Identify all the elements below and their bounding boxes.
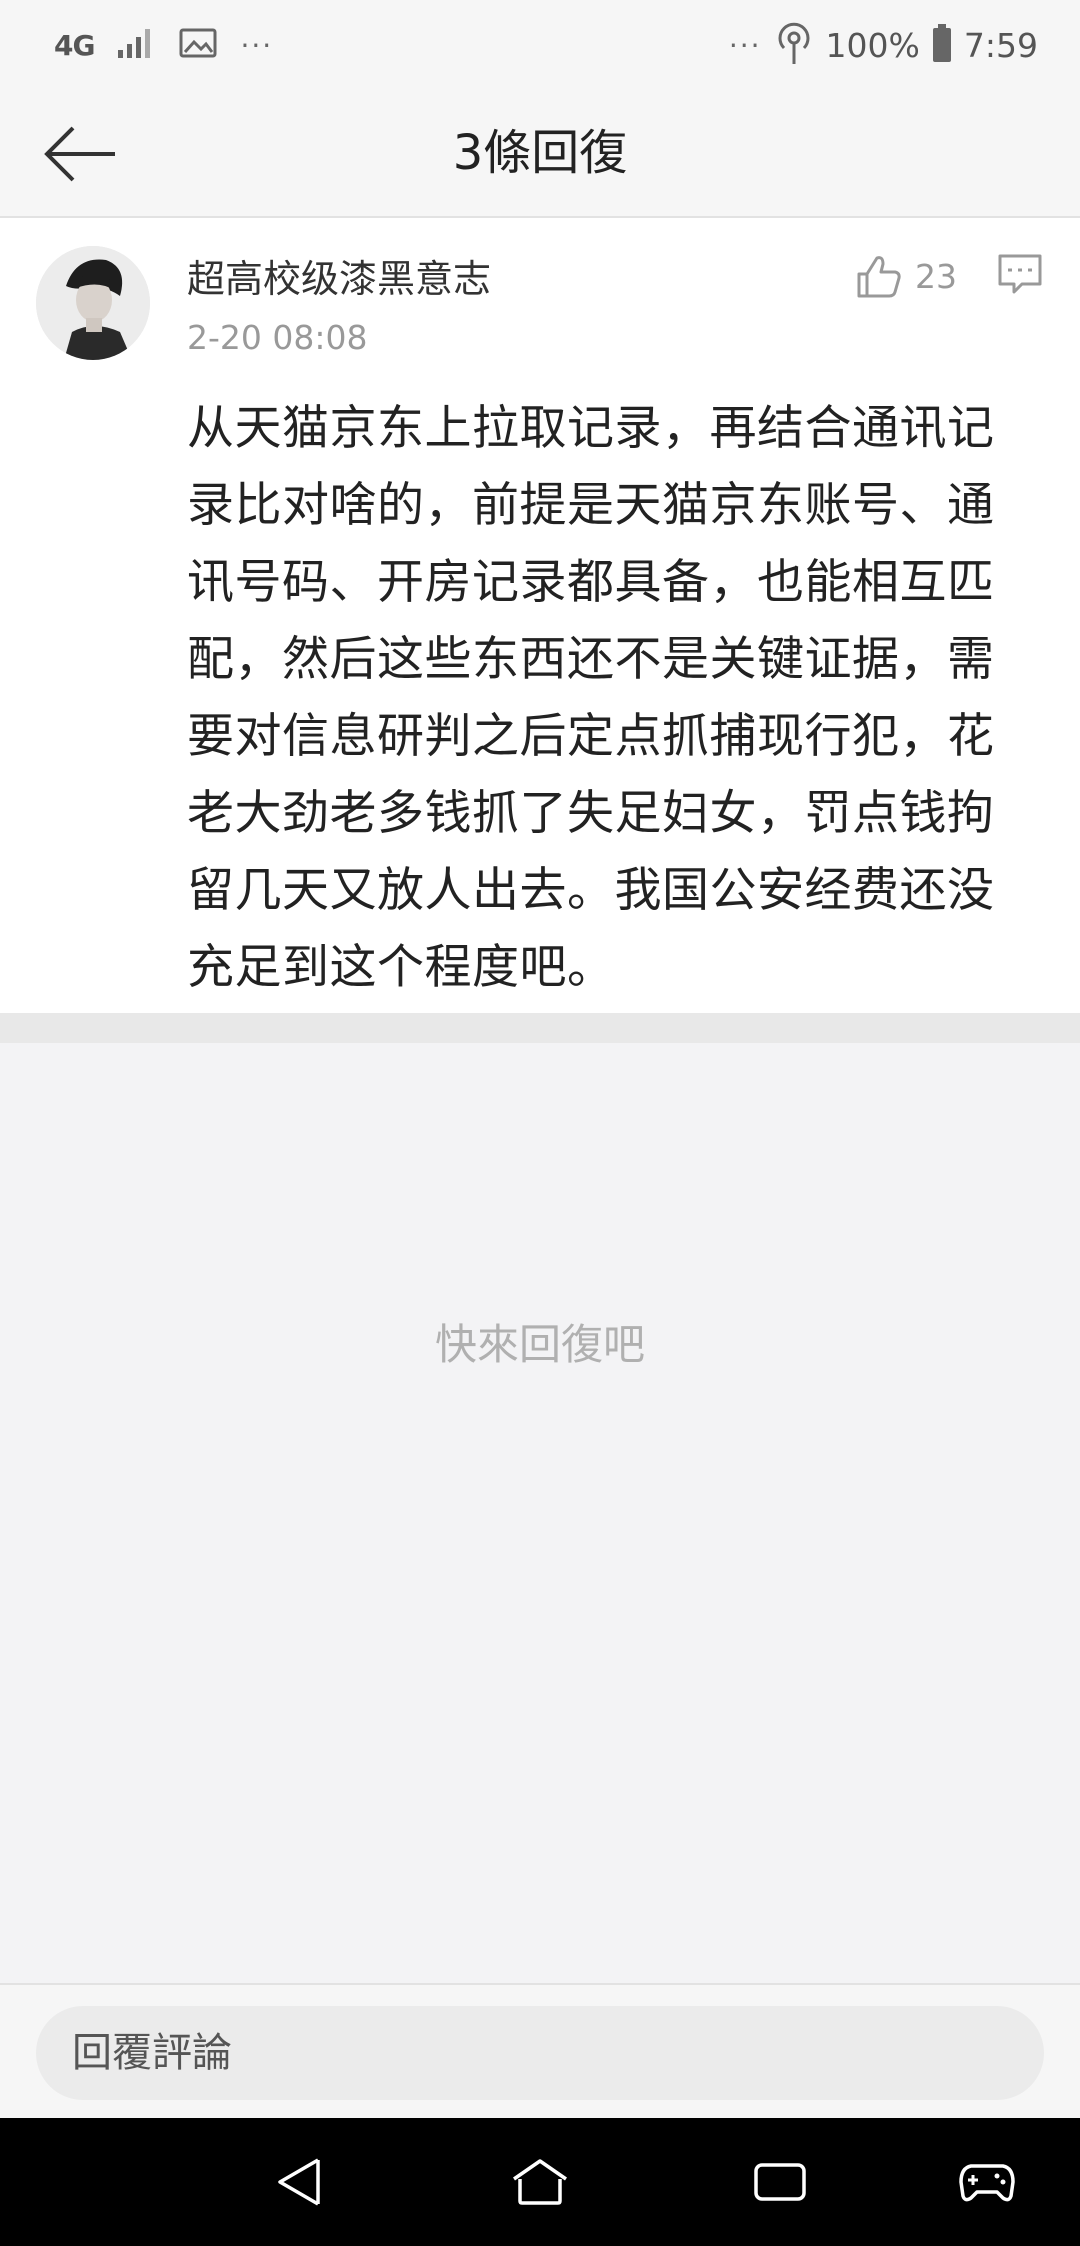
thumbs-up-icon [857, 256, 901, 298]
empty-replies-hint: 快來回復吧 [434, 1320, 645, 1369]
status-bar: 4G ··· ··· 100% 7:59 [0, 0, 1080, 90]
avatar[interactable] [36, 246, 150, 360]
battery-icon [932, 23, 952, 67]
nav-game-tools-button[interactable] [952, 2152, 1022, 2212]
comment-body: 从天猫京东上拉取记录，再结合通讯记录比对啥的，前提是天猫京东账号、通讯号码、开房… [187, 401, 995, 995]
comment-card: 超高校级漆黑意志 2-20 08:08 23 从天猫京东上拉取记录，再结合通讯记… [0, 218, 1080, 1013]
reply-comment-button[interactable] [996, 250, 1048, 302]
more-notifications-indicator: ··· [240, 28, 274, 62]
recents-icon [754, 2163, 806, 2201]
like-count: 23 [915, 256, 957, 296]
status-left: 4G ··· [54, 20, 273, 70]
back-button[interactable] [36, 116, 126, 192]
status-right: ··· 100% 7:59 [729, 20, 1038, 70]
image-notification-icon [178, 27, 218, 63]
home-icon [513, 2159, 567, 2205]
game-controller-icon [959, 2164, 1015, 2202]
page-title: 3條回復 [452, 125, 628, 181]
comment-icon [998, 254, 1042, 294]
like-button[interactable]: 23 [855, 246, 957, 306]
network-4g-icon: 4G [54, 28, 95, 62]
back-arrow-icon [44, 126, 115, 182]
comment-timestamp: 2-20 08:08 [187, 318, 368, 357]
section-divider [0, 1013, 1080, 1043]
clock: 7:59 [963, 25, 1038, 65]
more-status-indicator: ··· [728, 28, 762, 62]
system-nav-bar [0, 2118, 1080, 2246]
header: 3條回復 [0, 90, 1080, 218]
hotspot-icon [774, 20, 814, 70]
reply-bar: 回覆評論 [0, 1983, 1080, 2120]
back-triangle-icon [278, 2158, 320, 2206]
nav-back-button[interactable] [264, 2152, 334, 2212]
battery-percent: 100% [825, 25, 920, 65]
comment-author[interactable]: 超高校级漆黑意志 [187, 248, 491, 303]
signal-icon [116, 26, 156, 64]
nav-recents-button[interactable] [745, 2152, 815, 2212]
nav-home-button[interactable] [505, 2152, 575, 2212]
reply-input[interactable]: 回覆評論 [36, 2006, 1044, 2100]
replies-area: 快來回復吧 [0, 1043, 1080, 1983]
